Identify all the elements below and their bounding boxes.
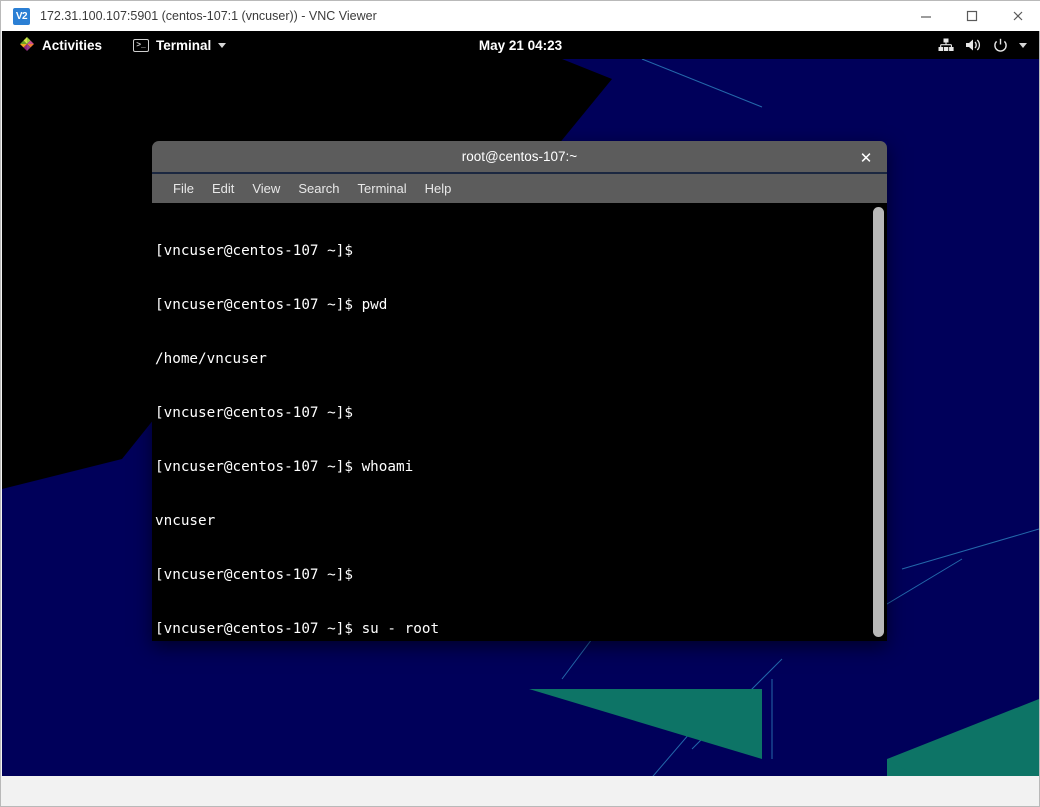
menu-help[interactable]: Help bbox=[416, 174, 461, 203]
gnome-top-bar: Activities >_ Terminal May 21 04:23 bbox=[2, 31, 1039, 59]
vnc-window-title: 172.31.100.107:5901 (centos-107:1 (vncus… bbox=[40, 9, 377, 23]
terminal-prompt-icon: >_ bbox=[133, 38, 150, 52]
remote-desktop-screen[interactable]: Activities >_ Terminal May 21 04:23 root… bbox=[2, 31, 1039, 776]
vnc-titlebar: V2 172.31.100.107:5901 (centos-107:1 (vn… bbox=[1, 1, 1040, 31]
centos-pinwheel-icon bbox=[19, 36, 35, 55]
activities-label: Activities bbox=[42, 37, 103, 53]
activities-button[interactable]: Activities bbox=[16, 31, 105, 59]
minimize-icon bbox=[919, 9, 933, 23]
terminal-line: [vncuser@centos-107 ~]$ bbox=[155, 567, 353, 583]
terminal-line: [vncuser@centos-107 ~]$ bbox=[155, 405, 353, 421]
terminal-line: [vncuser@centos-107 ~]$ whoami bbox=[155, 459, 414, 475]
terminal-line: /home/vncuser bbox=[155, 351, 267, 367]
menu-terminal[interactable]: Terminal bbox=[349, 174, 416, 203]
maximize-button[interactable] bbox=[949, 1, 995, 31]
close-icon bbox=[1011, 9, 1025, 23]
chevron-down-icon bbox=[218, 42, 227, 48]
network-wired-icon bbox=[938, 38, 954, 52]
terminal-window[interactable]: root@centos-107:~ ✕ File Edit View Searc… bbox=[152, 141, 887, 641]
close-button[interactable] bbox=[995, 1, 1040, 31]
terminal-titlebar[interactable]: root@centos-107:~ ✕ bbox=[152, 141, 887, 174]
menu-search[interactable]: Search bbox=[289, 174, 348, 203]
terminal-close-button[interactable]: ✕ bbox=[853, 141, 879, 174]
terminal-text: [vncuser@centos-107 ~]$ [vncuser@centos-… bbox=[155, 206, 439, 641]
chevron-down-icon[interactable] bbox=[1019, 42, 1027, 48]
app-menu-label: Terminal bbox=[156, 37, 212, 53]
maximize-icon bbox=[965, 9, 979, 23]
volume-icon bbox=[965, 38, 982, 52]
minimize-button[interactable] bbox=[903, 1, 949, 31]
status-area[interactable] bbox=[938, 31, 1027, 59]
terminal-scrollbar[interactable] bbox=[873, 207, 884, 637]
terminal-output-area[interactable]: [vncuser@centos-107 ~]$ [vncuser@centos-… bbox=[152, 203, 887, 641]
terminal-line: [vncuser@centos-107 ~]$ su - root bbox=[155, 621, 440, 637]
terminal-line: [vncuser@centos-107 ~]$ bbox=[155, 243, 353, 259]
menu-edit[interactable]: Edit bbox=[203, 174, 243, 203]
vnc-logo-icon: V2 bbox=[13, 7, 30, 25]
power-icon bbox=[993, 38, 1008, 53]
vnc-viewer-window: V2 172.31.100.107:5901 (centos-107:1 (vn… bbox=[0, 0, 1040, 807]
menu-view[interactable]: View bbox=[243, 174, 289, 203]
menu-file[interactable]: File bbox=[164, 174, 203, 203]
terminal-line: [vncuser@centos-107 ~]$ pwd bbox=[155, 297, 388, 313]
terminal-title: root@centos-107:~ bbox=[461, 149, 578, 164]
terminal-menubar[interactable]: File Edit View Search Terminal Help bbox=[152, 174, 887, 203]
app-menu-terminal[interactable]: >_ Terminal bbox=[133, 31, 227, 59]
terminal-line: vncuser bbox=[155, 513, 216, 529]
